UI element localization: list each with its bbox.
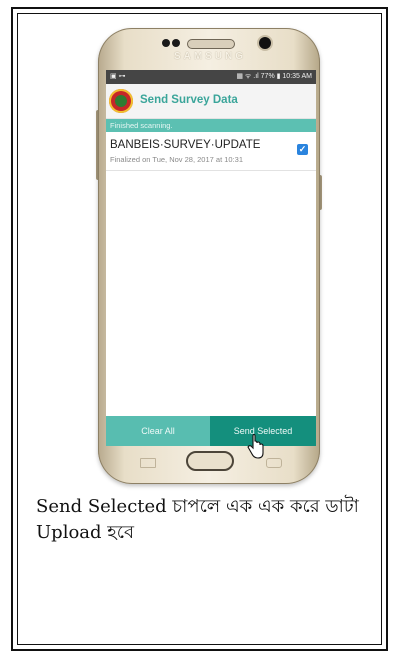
- back-key: [266, 458, 282, 468]
- app-logo-icon: [109, 89, 133, 113]
- sensor-icon: [162, 39, 170, 47]
- phone-screen: ▣ ⊶ ▦ ᯤ .ıl 77% ▮ 10:35 AM Send Survey D…: [106, 70, 316, 446]
- bottom-button-bar: Clear All Send Selected: [106, 416, 316, 446]
- select-checkbox[interactable]: ✓: [297, 144, 308, 155]
- survey-finalized-date: Finalized on Tue, Nov 28, 2017 at 10:31: [110, 155, 244, 164]
- pointer-hand-icon: [247, 434, 264, 459]
- status-info: ▦ ᯤ .ıl 77% ▮ 10:35 AM: [236, 73, 312, 80]
- status-bar: ▣ ⊶ ▦ ᯤ .ıl 77% ▮ 10:35 AM: [106, 70, 316, 84]
- device-brand: SAMSUNG: [173, 51, 247, 62]
- scan-status-banner: Finished scanning.: [106, 119, 316, 132]
- front-camera-icon: [259, 37, 271, 49]
- home-button: [186, 451, 234, 471]
- notification-icons: ▣ ⊶: [110, 73, 126, 80]
- app-bar: Send Survey Data: [106, 84, 316, 119]
- sensor-icon: [172, 39, 180, 47]
- instruction-caption: Send Selected চাপলে এক এক করে ডাটা Uploa…: [36, 496, 359, 543]
- page-title: Send Survey Data: [140, 94, 238, 106]
- survey-title: BANBEIS·SURVEY·UPDATE: [110, 139, 261, 151]
- earpiece-speaker: [187, 39, 235, 49]
- clear-all-button[interactable]: Clear All: [106, 416, 210, 446]
- recent-apps-key: [140, 458, 156, 468]
- list-item[interactable]: BANBEIS·SURVEY·UPDATE Finalized on Tue, …: [106, 132, 316, 171]
